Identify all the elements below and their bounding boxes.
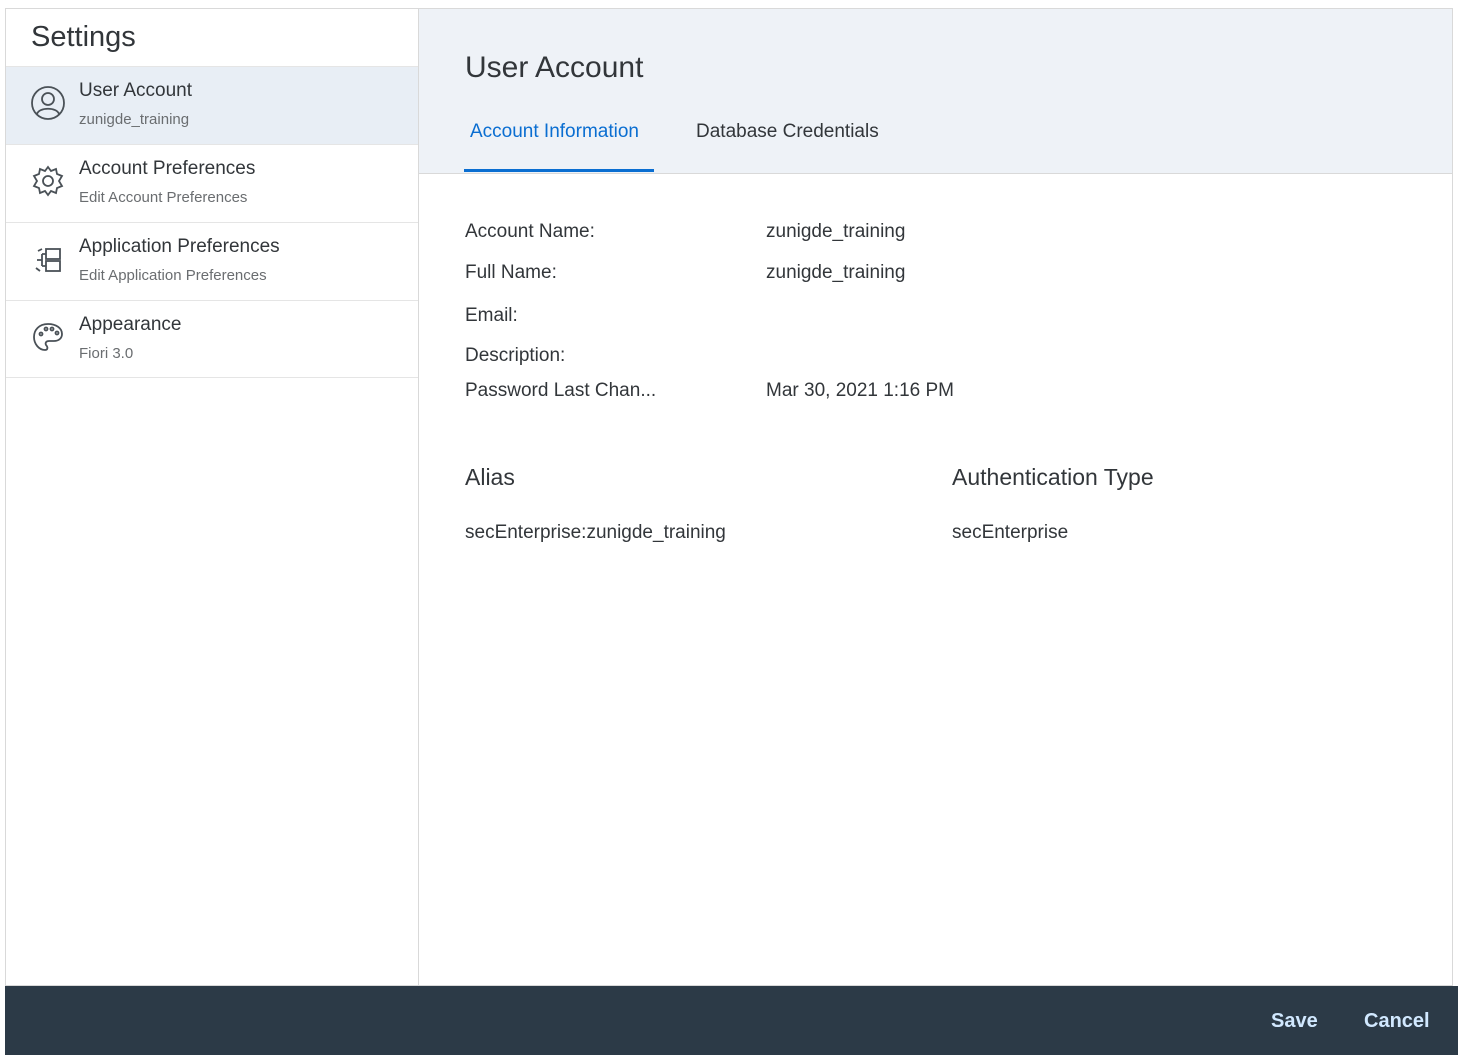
alias-value: secEnterprise:zunigde_training (465, 522, 726, 543)
sidebar-item-description: Edit Application Preferences (79, 267, 267, 284)
authentication-type-header: Authentication Type (952, 464, 1154, 490)
active-tab-indicator (464, 169, 654, 172)
dialog-footer: Save Cancel (5, 986, 1458, 1055)
cancel-button[interactable]: Cancel (1364, 1010, 1430, 1033)
save-button[interactable]: Save (1271, 1010, 1318, 1033)
sidebar-item-label: Appearance (79, 314, 182, 335)
application-preferences-icon (30, 241, 66, 277)
user-account-icon (30, 85, 66, 121)
sidebar-item-user-account[interactable]: User Account zunigde_training (6, 66, 418, 144)
sidebar-item-appearance[interactable]: Appearance Fiori 3.0 (6, 300, 418, 378)
palette-icon (30, 319, 66, 355)
sidebar-item-label: Account Preferences (79, 158, 256, 179)
password-last-changed-label: Password Last Chan... (465, 380, 657, 401)
sidebar-item-description: zunigde_training (79, 111, 190, 128)
page-header: User Account Account Information Databas… (419, 9, 1452, 174)
authentication-type-value: secEnterprise (952, 522, 1069, 543)
tab-account-information[interactable]: Account Information (470, 121, 639, 143)
sidebar-item-label: User Account (79, 80, 192, 101)
account-name-label: Account Name: (465, 221, 595, 242)
account-name-value: zunigde_training (766, 221, 906, 242)
page-title: User Account (465, 51, 644, 84)
description-label: Description: (465, 345, 566, 366)
sidebar-item-description: Edit Account Preferences (79, 189, 248, 206)
sidebar-item-description: Fiori 3.0 (79, 345, 134, 362)
sidebar-item-account-preferences[interactable]: Account Preferences Edit Account Prefere… (6, 144, 418, 222)
settings-dialog: Settings User Account zunigde_training A… (5, 8, 1453, 986)
sidebar-title: Settings (31, 21, 136, 53)
main-panel: User Account Account Information Databas… (419, 9, 1452, 985)
password-last-changed-value: Mar 30, 2021 1:16 PM (766, 380, 954, 401)
sidebar-item-application-preferences[interactable]: Application Preferences Edit Application… (6, 222, 418, 300)
full-name-value: zunigde_training (766, 262, 906, 283)
alias-header: Alias (465, 464, 515, 490)
full-name-label: Full Name: (465, 262, 557, 283)
tab-database-credentials[interactable]: Database Credentials (696, 121, 879, 143)
gear-icon (30, 163, 66, 199)
settings-sidebar: Settings User Account zunigde_training A… (6, 9, 419, 985)
sidebar-item-label: Application Preferences (79, 236, 280, 257)
email-label: Email: (465, 305, 518, 326)
